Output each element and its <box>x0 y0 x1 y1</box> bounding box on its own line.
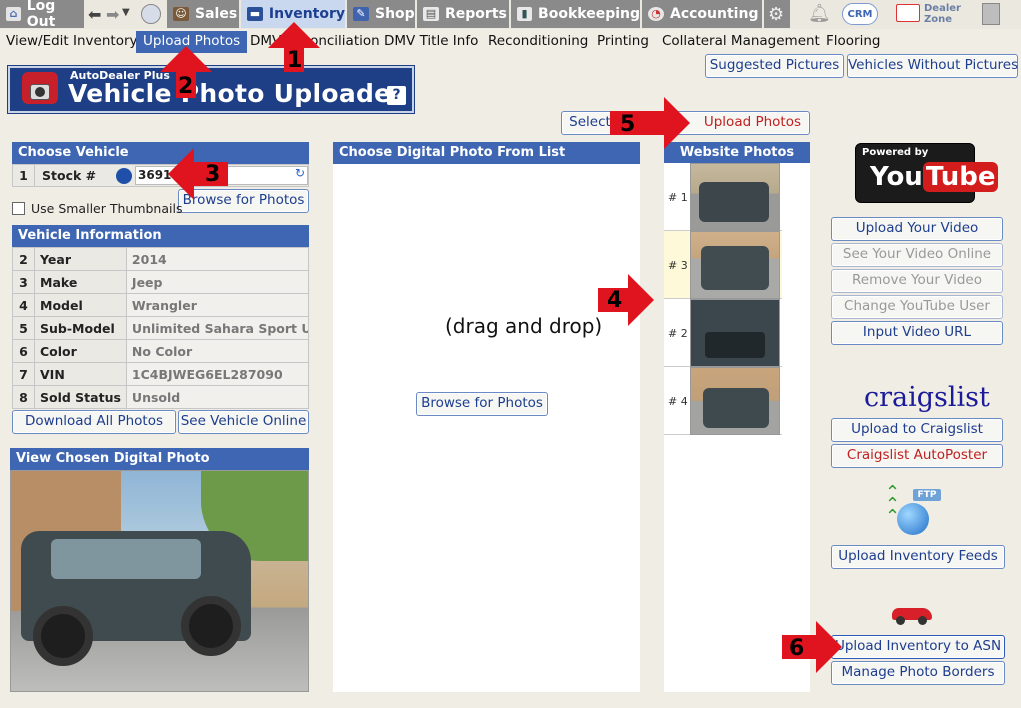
annotation-overlay <box>160 22 842 673</box>
annotation-number-5: 5 <box>620 112 636 137</box>
annotation-number-4: 4 <box>607 288 623 313</box>
annotation-number-1: 1 <box>287 48 303 73</box>
annotation-number-3: 3 <box>205 162 221 187</box>
annotation-number-2: 2 <box>178 74 194 99</box>
annotation-number-6: 6 <box>789 636 805 661</box>
